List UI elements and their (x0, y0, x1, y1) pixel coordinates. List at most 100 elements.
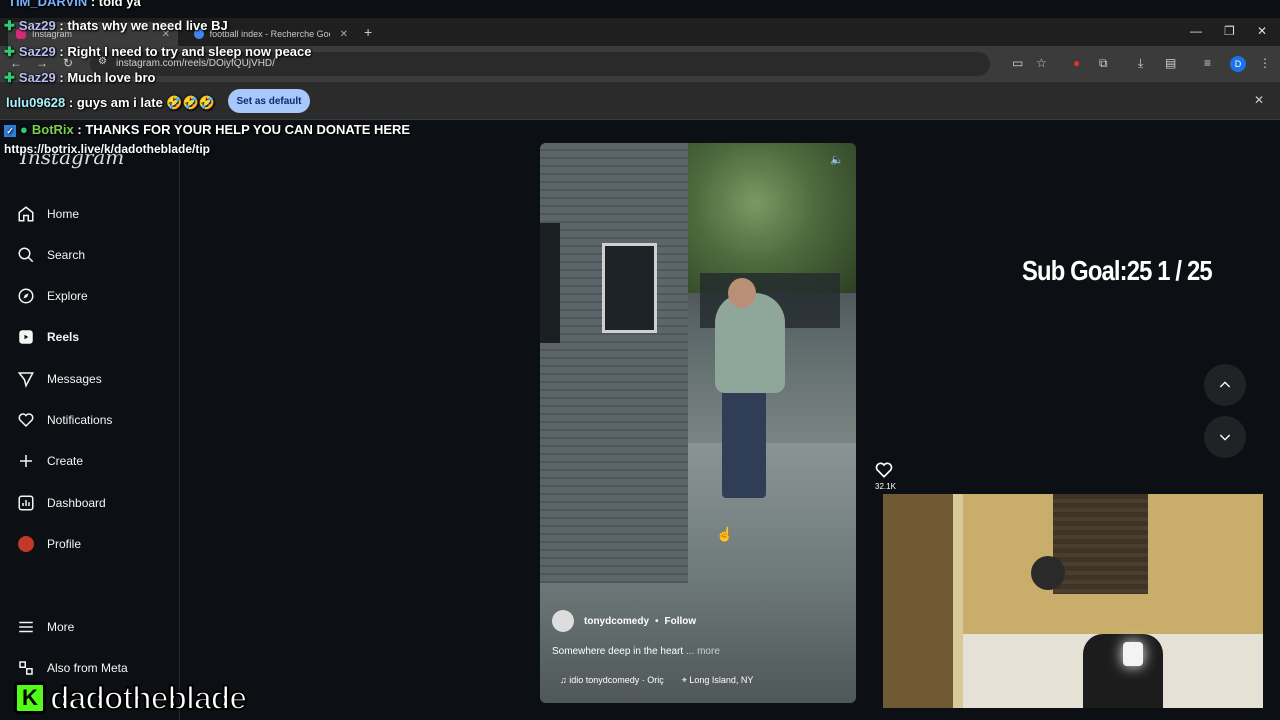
extension-red-icon[interactable]: ● (1073, 56, 1080, 70)
sidebar-item-notifications[interactable]: Notifications (16, 406, 176, 434)
mute-icon[interactable]: 🔈 (830, 153, 846, 169)
separator-dot: • (655, 615, 659, 627)
messages-icon (16, 369, 36, 389)
download-icon[interactable]: ⤓ (1138, 56, 1143, 71)
media-control-icon[interactable]: ≡ (1204, 56, 1211, 70)
sidebar-item-reels[interactable]: Reels (16, 323, 176, 351)
sidebar-item-label: More (47, 620, 75, 634)
search-icon (16, 245, 36, 265)
author-avatar[interactable] (552, 610, 574, 632)
sidebar-item-label: Also from Meta (47, 661, 128, 675)
chat-username: BotRix (31, 122, 74, 137)
chat-message: TIM_DARVIN : told ya (8, 0, 141, 9)
chat-text: thats why we need live BJ (67, 18, 228, 33)
chat-donate-link: https://botrix.live/k/dadotheblade/tip (4, 142, 211, 156)
location-text: Long Island, NY (689, 675, 754, 685)
chat-message: ✚ Saz29 : Much love bro (4, 70, 156, 85)
sidebar-item-label: Messages (47, 372, 102, 386)
bot-badge-icon: ✓ (4, 124, 16, 137)
plus-icon (16, 451, 36, 471)
sidebar-item-label: Profile (47, 537, 82, 551)
reel-audio-row: ♫ idio tonydcomedy · Oriç ⌖ Long Island,… (560, 675, 753, 686)
chat-message: lulu09628 : guys am i late 🤣🤣🤣 (6, 95, 215, 110)
extensions-icon[interactable]: ⧉ (1099, 56, 1108, 71)
video-person-body (715, 293, 785, 393)
sidebar-item-dashboard[interactable]: Dashboard (16, 489, 176, 517)
chat-badge-icon: ✚ (4, 18, 15, 33)
webcam-fan (1031, 556, 1065, 590)
chat-message: ✓ ● BotRix : THANKS FOR YOUR HELP YOU CAN … (4, 122, 410, 137)
previous-reel-button[interactable] (1204, 364, 1246, 406)
sidebar-item-label: Create (47, 454, 84, 468)
sidebar-item-label: Reels (47, 330, 80, 344)
sidebar-item-home[interactable]: Home (16, 200, 176, 228)
chat-message: ✚ Saz29 : Right I need to try and sleep n… (4, 44, 312, 59)
sidebar-item-profile[interactable]: Profile (16, 530, 176, 558)
webcam-doorframe (953, 494, 963, 708)
webcam-door (883, 494, 953, 708)
chat-username: Saz29 (18, 44, 56, 59)
like-count: 32.1K (875, 482, 896, 491)
chat-text: Right I need to try and sleep now peace (67, 44, 312, 59)
chat-text: told ya (98, 0, 141, 9)
audio-link[interactable]: ♫ idio tonydcomedy · Oriç (560, 675, 664, 686)
mouse-cursor-icon: ☝ (716, 526, 734, 542)
sub-goal-overlay: Sub Goal:25 1 / 25 (1022, 255, 1213, 286)
close-window-button[interactable]: ✕ (1257, 24, 1267, 38)
sidebar-item-label: Explore (47, 289, 88, 303)
sidebar-item-create[interactable]: Create (16, 447, 176, 475)
menu-icon[interactable]: ⋮ (1259, 56, 1271, 70)
video-person-head (728, 278, 756, 308)
stream-chat-overlay: TIM_DARVIN : told ya ✚ Saz29 : thats why … (0, 0, 640, 170)
chat-text: guys am i late 🤣🤣🤣 (76, 95, 215, 110)
restore-button[interactable]: ❐ (1224, 24, 1235, 38)
profile-avatar[interactable]: D (1230, 56, 1246, 72)
meta-icon (16, 658, 36, 678)
sidebar-item-explore[interactable]: Explore (16, 282, 176, 310)
reels-icon (16, 327, 36, 347)
sidebar-item-label: Dashboard (47, 496, 106, 510)
author-username[interactable]: tonydcomedy (584, 616, 649, 627)
sidebar-item-search[interactable]: Search (16, 241, 176, 269)
location-link[interactable]: ⌖ Long Island, NY (682, 675, 754, 686)
chat-username: Saz29 (18, 70, 56, 85)
chat-username: Saz29 (18, 18, 56, 33)
tab-search-icon[interactable]: ▤ (1165, 56, 1176, 70)
streamer-nameplate: K dadotheblade (14, 679, 248, 717)
infobar-close-icon[interactable]: ✕ (1254, 93, 1264, 107)
chat-badge-icon: ✚ (4, 44, 15, 59)
install-app-icon[interactable]: ▭ (1012, 56, 1023, 70)
chat-message: ✚ Saz29 : thats why we need live BJ (4, 18, 228, 33)
reel-author: tonydcomedy • Follow (552, 610, 696, 632)
webcam-blinds (1053, 494, 1148, 594)
sidebar-item-label: Home (47, 207, 80, 221)
video-wall (540, 143, 688, 583)
chat-text: Much love bro (67, 70, 156, 85)
heart-icon (16, 410, 36, 430)
webcam-lamp (1123, 642, 1143, 666)
video-window (602, 243, 657, 333)
sidebar-item-also-from-meta[interactable]: Also from Meta (16, 654, 176, 682)
reel-caption: Somewhere deep in the heart ... more (552, 646, 720, 657)
video-window (540, 223, 560, 343)
chat-text: THANKS FOR YOUR HELP YOU CAN DONATE HERE (85, 122, 411, 137)
chevron-down-icon (1219, 434, 1231, 441)
verified-badge-icon: ● (20, 122, 28, 137)
explore-icon (16, 286, 36, 306)
follow-button[interactable]: Follow (665, 616, 697, 627)
chat-username: TIM_DARVIN (8, 0, 88, 9)
hamburger-menu-icon (16, 617, 36, 637)
sidebar-item-more[interactable]: More (16, 613, 176, 641)
sidebar-item-label: Notifications (47, 413, 113, 427)
minimize-button[interactable]: — (1190, 24, 1202, 38)
caption-more-link[interactable]: ... more (686, 646, 720, 657)
next-reel-button[interactable] (1204, 416, 1246, 458)
caption-text: Somewhere deep in the heart (552, 646, 684, 657)
chevron-up-icon (1219, 381, 1231, 388)
home-icon (16, 204, 36, 224)
screen: Instagram ✕ football index - Recherche G… (0, 0, 1280, 720)
sidebar-item-label: Search (47, 248, 86, 262)
sidebar-item-messages[interactable]: Messages (16, 365, 176, 393)
chat-username: lulu09628 (6, 95, 66, 110)
bookmark-star-icon[interactable]: ☆ (1036, 56, 1047, 70)
